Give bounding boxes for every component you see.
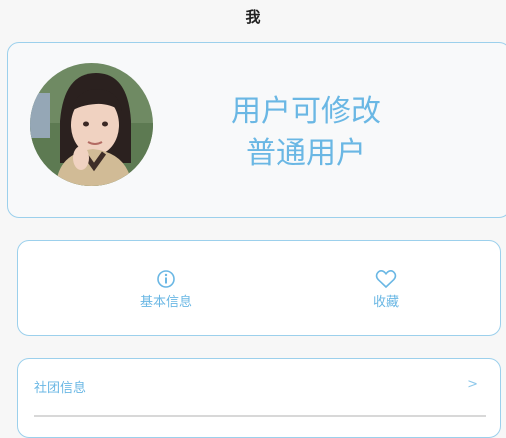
basic-info-label: 基本信息	[139, 295, 192, 310]
favorites-label: 收藏	[372, 295, 399, 310]
chevron-right-icon: >	[467, 377, 478, 392]
profile-card[interactable]: 用户可修改 普通用户	[7, 42, 506, 218]
list-card: 社团信息 >	[17, 358, 501, 438]
profile-name: 用户可修改	[231, 94, 381, 129]
profile-info: 用户可修改 普通用户	[176, 91, 436, 175]
profile-role: 普通用户	[246, 136, 366, 171]
page-title: 我	[245, 8, 261, 26]
heart-icon	[375, 270, 397, 289]
basic-info-button[interactable]: 基本信息	[106, 269, 226, 310]
divider	[34, 415, 486, 417]
club-info-label: 社团信息	[34, 381, 87, 396]
club-info-row[interactable]: 社团信息 >	[34, 377, 484, 401]
action-card: 基本信息 收藏	[17, 240, 501, 336]
favorites-button[interactable]: 收藏	[326, 269, 446, 310]
info-icon	[157, 270, 175, 288]
avatar[interactable]	[30, 63, 153, 186]
